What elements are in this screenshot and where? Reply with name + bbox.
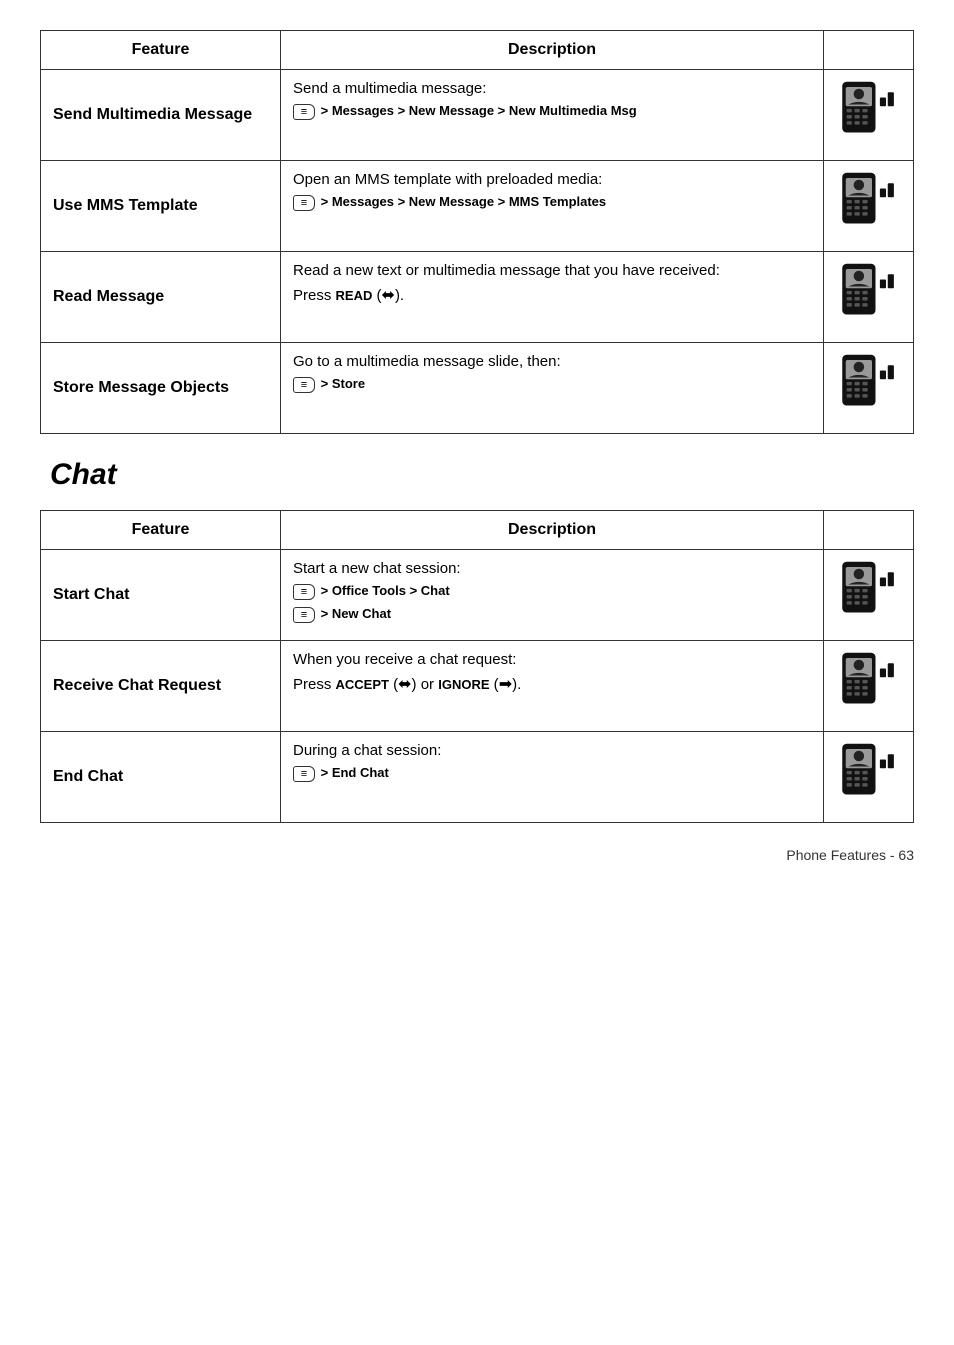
desc-send-multimedia: Send a multimedia message: > Messages > … [281,70,824,161]
table-row: Send Multimedia Message Send a multimedi… [41,70,914,161]
phone-icon [836,353,901,423]
feature-end-chat: End Chat [41,732,281,823]
table-row: Store Message Objects Go to a multimedia… [41,343,914,434]
phone-icon-cell [824,161,914,252]
softkey-icon: ⬌ [382,287,395,304]
phone-icon [836,171,901,241]
phone-icon [836,262,901,332]
col-header-icon [824,511,914,550]
table-row: End Chat During a chat session: > End Ch… [41,732,914,823]
phone-icon-cell [824,550,914,641]
menu-icon [293,584,315,600]
desc-read-message: Read a new text or multimedia message th… [281,252,824,343]
col-header-icon [824,31,914,70]
feature-read-message: Read Message [41,252,281,343]
chat-features-table: Feature Description Start Chat Start a n… [40,510,914,823]
desc-receive-chat: When you receive a chat request: Press A… [281,641,824,732]
desc-end-chat: During a chat session: > End Chat [281,732,824,823]
phone-icon-cell [824,343,914,434]
key-ignore: IGNORE [438,677,489,692]
key-accept: ACCEPT [336,677,389,692]
phone-icon-cell [824,70,914,161]
phone-icon [836,742,901,812]
page-number: Phone Features - 63 [786,847,914,863]
softkey-ignore-icon: ➡ [499,676,512,693]
phone-icon-cell [824,641,914,732]
menu-icon [293,377,315,393]
feature-receive-chat: Receive Chat Request [41,641,281,732]
desc-store-message: Go to a multimedia message slide, then: … [281,343,824,434]
page-footer: Phone Features - 63 [40,847,914,863]
feature-store-message: Store Message Objects [41,343,281,434]
desc-start-chat: Start a new chat session: > Office Tools… [281,550,824,641]
table-row: Read Message Read a new text or multimed… [41,252,914,343]
key-read: READ [336,288,373,303]
desc-use-mms: Open an MMS template with preloaded medi… [281,161,824,252]
phone-icon-cell [824,252,914,343]
menu-icon [293,195,315,211]
phone-icon [836,560,901,630]
col-header-description: Description [281,511,824,550]
col-header-feature: Feature [41,511,281,550]
table-row: Start Chat Start a new chat session: > O… [41,550,914,641]
phone-icon [836,651,901,721]
table-row: Use MMS Template Open an MMS template wi… [41,161,914,252]
phone-icon-cell [824,732,914,823]
col-header-feature: Feature [41,31,281,70]
menu-icon [293,607,315,623]
menu-icon [293,104,315,120]
phone-icon [836,80,901,150]
feature-send-multimedia: Send Multimedia Message [41,70,281,161]
feature-start-chat: Start Chat [41,550,281,641]
col-header-description: Description [281,31,824,70]
table-row: Receive Chat Request When you receive a … [41,641,914,732]
messaging-features-table: Feature Description Send Multimedia Mess… [40,30,914,434]
menu-icon [293,766,315,782]
softkey-accept-icon: ⬌ [398,676,411,693]
feature-use-mms: Use MMS Template [41,161,281,252]
chat-section-heading: Chat [50,458,914,492]
